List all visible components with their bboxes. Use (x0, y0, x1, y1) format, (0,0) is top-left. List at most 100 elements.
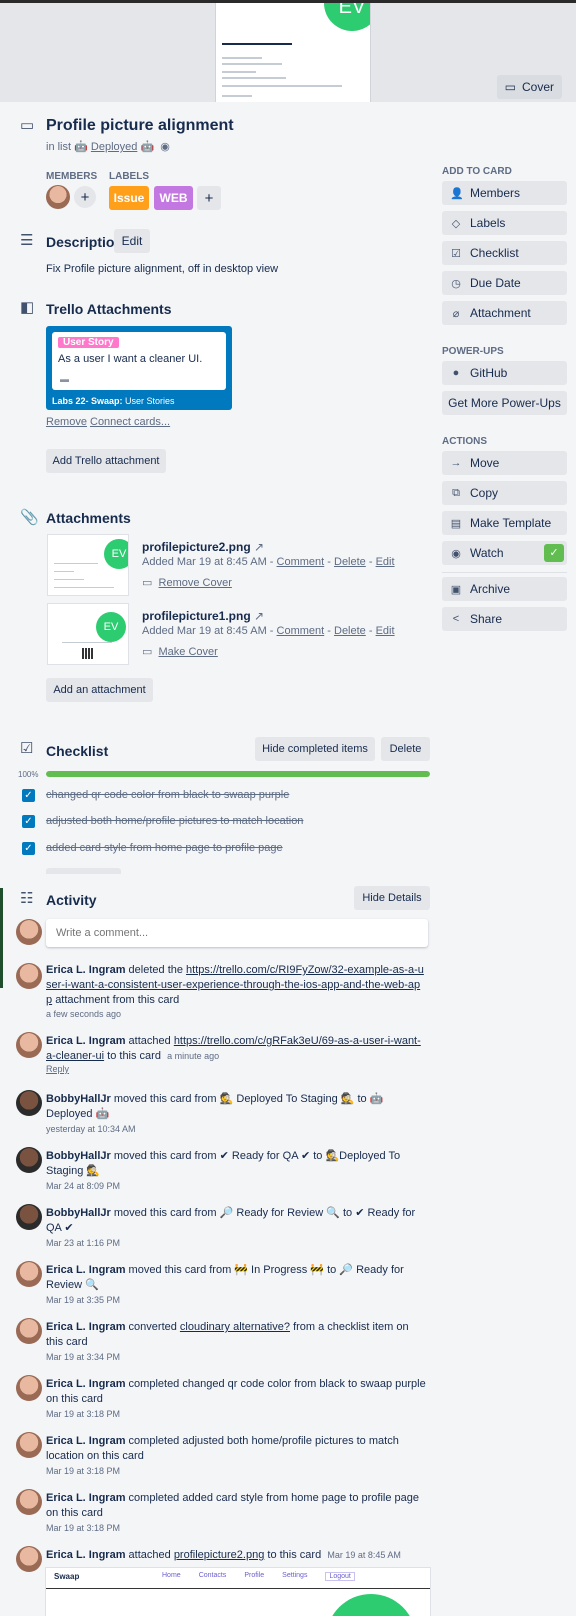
get-more-power-ups-button[interactable]: Get More Power-Ups (442, 391, 567, 415)
add-to-card-heading: ADD TO CARD (442, 166, 512, 177)
activity-entry: Erica L. Ingram moved this card from 🚧 I… (46, 1263, 426, 1293)
remove-trello-attachment-link[interactable]: Remove (46, 416, 87, 428)
attachment-comment-link[interactable]: Comment (277, 625, 325, 637)
checklist-item[interactable]: changed qr code color from black to swaa… (46, 789, 289, 801)
activity-user[interactable]: Erica L. Ingram (46, 1035, 125, 1047)
hide-details-button[interactable]: Hide Details (354, 886, 430, 910)
cover-fake-line (222, 57, 262, 59)
activity-timestamp: Mar 19 at 3:18 PM (46, 1466, 121, 1476)
sidebar-members-button[interactable]: 👤 Members (442, 181, 567, 205)
user-avatar (16, 963, 42, 989)
activity-link[interactable]: profilepicture2.png (174, 1549, 265, 1561)
sidebar-checklist-button[interactable]: ☑ Checklist (442, 241, 567, 265)
activity-user[interactable]: Erica L. Ingram (46, 1321, 125, 1333)
activity-user[interactable]: Erica L. Ingram (46, 964, 125, 976)
cover-fake-line (222, 63, 282, 65)
activity-user[interactable]: Erica L. Ingram (46, 1549, 125, 1561)
add-label-button[interactable]: + (197, 186, 221, 210)
attachment-thumbnail[interactable]: EV (48, 535, 128, 595)
sidebar-labels-button[interactable]: ◇ Labels (442, 211, 567, 235)
watching-check-icon: ✓ (544, 544, 564, 562)
trello-attached-card[interactable]: User Story As a user I want a cleaner UI… (46, 326, 232, 410)
description-heading: Description (46, 234, 124, 250)
reply-link[interactable]: Reply (46, 1064, 69, 1074)
members-heading: MEMBERS (46, 171, 98, 182)
checklist-icon: ☑ (20, 740, 34, 757)
add-item-button-edge[interactable] (46, 868, 121, 874)
activity-user[interactable]: Erica L. Ingram (46, 1264, 125, 1276)
archive-icon: ▣ (450, 583, 462, 596)
activity-user[interactable]: BobbyHallJr (46, 1150, 111, 1162)
attachment-added: Added Mar 19 at 8:45 AM - (142, 556, 274, 568)
member-avatar[interactable] (46, 185, 70, 209)
comment-count-icon: ▬ (60, 374, 69, 384)
add-attachment-button[interactable]: Add an attachment (46, 678, 153, 702)
activity-user[interactable]: Erica L. Ingram (46, 1435, 125, 1447)
label-issue[interactable]: Issue (109, 186, 149, 210)
preview-nav-item: Home (162, 1572, 181, 1579)
card-cover: EV ▭ Cover (0, 0, 576, 102)
cover-button[interactable]: ▭ Cover (496, 75, 562, 99)
attachment-preview-image[interactable]: Swaap Home Contacts Profile Settings Log… (46, 1568, 430, 1616)
cover-fake-line (222, 71, 256, 73)
add-trello-attachment-button[interactable]: Add Trello attachment (46, 449, 166, 473)
attachment-edit-link[interactable]: Edit (376, 556, 395, 568)
delete-checklist-button[interactable]: Delete (381, 737, 430, 761)
github-power-up-button[interactable]: ● GitHub (442, 361, 567, 385)
checklist-item[interactable]: adjusted both home/profile pictures to m… (46, 815, 303, 827)
user-avatar (16, 1147, 42, 1173)
user-avatar (16, 1375, 42, 1401)
attachment-delete-link[interactable]: Delete (334, 625, 366, 637)
attachment-comment-link[interactable]: Comment (277, 556, 325, 568)
activity-user[interactable]: BobbyHallJr (46, 1207, 111, 1219)
sidebar-archive-button[interactable]: ▣ Archive (442, 577, 567, 601)
progress-percent: 100% (18, 770, 39, 779)
remove-cover-action[interactable]: ▭ Remove Cover (142, 576, 232, 589)
sidebar-button-label: Attachment (470, 306, 531, 320)
activity-user[interactable]: Erica L. Ingram (46, 1378, 125, 1390)
thumb-fake-line (54, 563, 98, 564)
add-member-button[interactable]: + (74, 186, 96, 208)
activity-timestamp: Mar 19 at 3:35 PM (46, 1295, 121, 1305)
attachment-delete-link[interactable]: Delete (334, 556, 366, 568)
trello-board-name: Labs 22- Swaap: (52, 396, 123, 406)
sidebar-button-label: Make Template (470, 516, 552, 530)
activity-action: deleted the (128, 964, 183, 976)
user-avatar (16, 1032, 42, 1058)
sidebar-attachment-button[interactable]: ⌀ Attachment (442, 301, 567, 325)
sidebar-watch-button[interactable]: ◉ Watch ✓ (442, 541, 567, 565)
arrow-icon: → (450, 457, 462, 469)
activity-link[interactable]: cloudinary alternative? (180, 1321, 290, 1333)
attachment-thumbnail[interactable]: EV (48, 604, 128, 664)
sidebar-copy-button[interactable]: ⧉ Copy (442, 481, 567, 505)
comment-input[interactable] (46, 919, 428, 947)
attachment-edit-link[interactable]: Edit (376, 625, 395, 637)
cover-fake-line (222, 77, 286, 79)
attachment-name[interactable]: profilepicture2.png ↗ (142, 540, 264, 554)
sidebar-make-template-button[interactable]: ▤ Make Template (442, 511, 567, 535)
preview-nav-item: Settings (282, 1572, 308, 1579)
swaap-logo: Swaap (54, 1572, 80, 1581)
activity-entry: Erica L. Ingram deleted the https://trel… (46, 963, 426, 1008)
description-text[interactable]: Fix Profile picture alignment, off in de… (46, 263, 278, 275)
sidebar-move-button[interactable]: → Move (442, 451, 567, 475)
sidebar-button-label: Share (470, 612, 503, 626)
checklist-item[interactable]: added card style from home page to profi… (46, 842, 283, 854)
sidebar-share-button[interactable]: < Share (442, 607, 567, 631)
github-icon: ● (452, 367, 460, 379)
edit-description-button[interactable]: Edit (114, 229, 150, 253)
hide-completed-button[interactable]: Hide completed items (255, 737, 375, 761)
checklist-checkbox[interactable]: ✓ (22, 815, 35, 828)
connect-cards-link[interactable]: Connect cards... (90, 416, 170, 428)
card-title[interactable]: Profile picture alignment (46, 117, 234, 135)
list-name-link[interactable]: Deployed (91, 141, 137, 153)
activity-user[interactable]: Erica L. Ingram (46, 1492, 125, 1504)
sidebar-due-date-button[interactable]: ◷ Due Date (442, 271, 567, 295)
checklist-checkbox[interactable]: ✓ (22, 842, 35, 855)
activity-user[interactable]: BobbyHallJr (46, 1093, 111, 1105)
user-avatar (16, 1432, 42, 1458)
make-cover-action[interactable]: ▭ Make Cover (142, 645, 218, 658)
attachment-name[interactable]: profilepicture1.png ↗ (142, 609, 264, 623)
label-web[interactable]: WEB (154, 186, 193, 210)
checklist-checkbox[interactable]: ✓ (22, 789, 35, 802)
